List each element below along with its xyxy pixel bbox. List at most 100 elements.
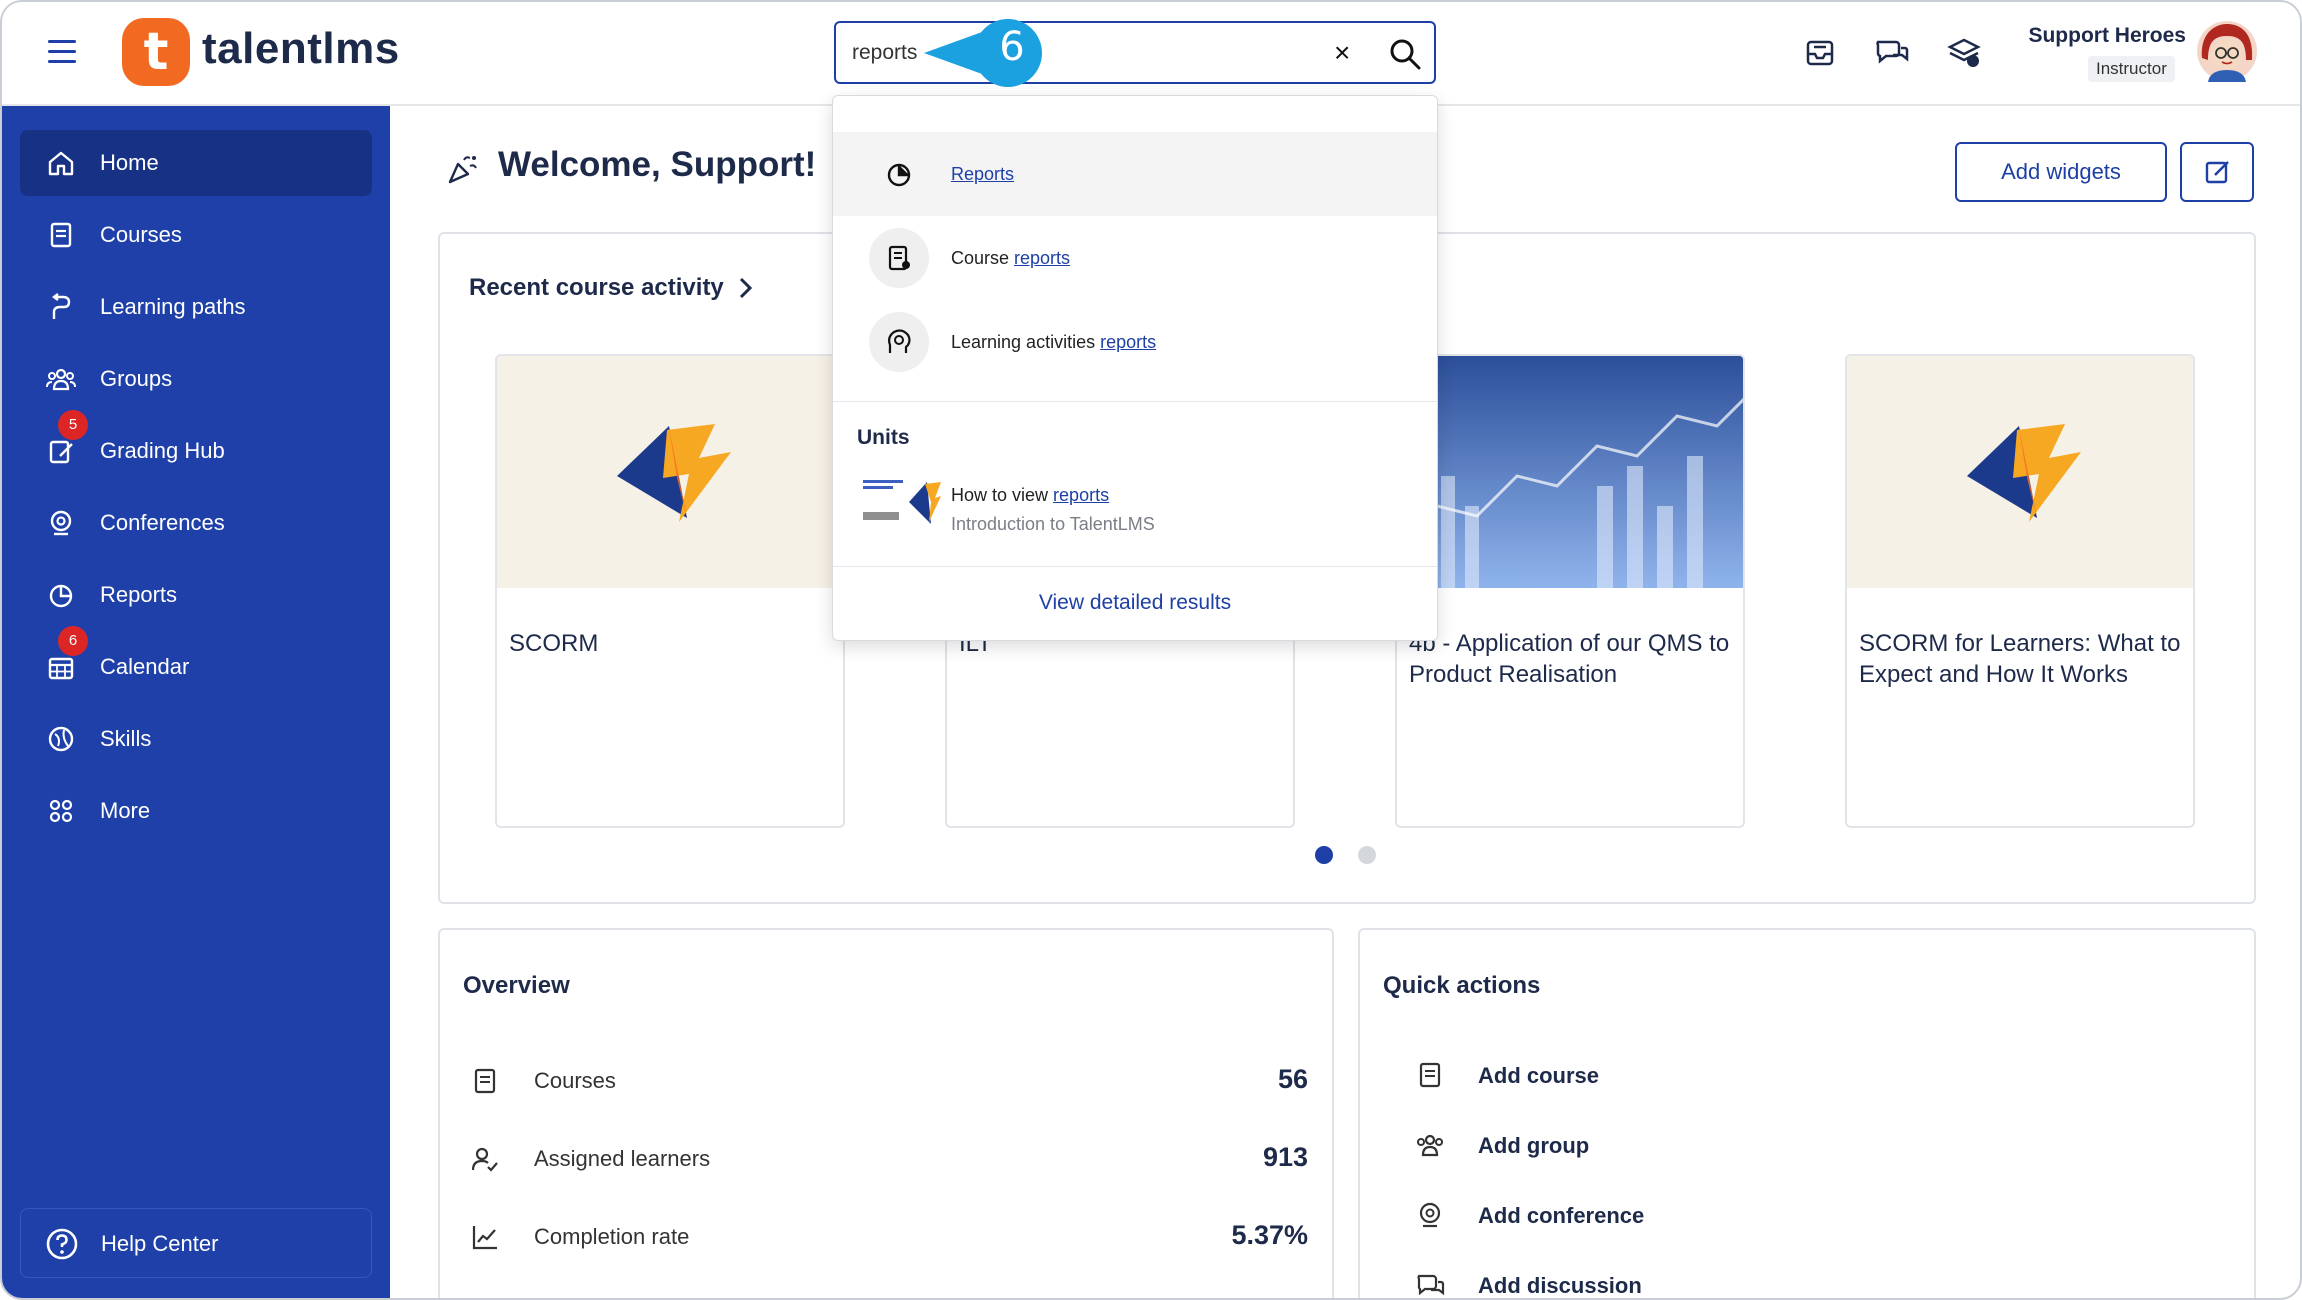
course-report-icon bbox=[888, 245, 910, 271]
unit-title-link[interactable]: reports bbox=[1053, 485, 1109, 505]
sidebar-item-label: Learning paths bbox=[100, 294, 246, 319]
help-icon bbox=[46, 1228, 78, 1260]
inbox-icon[interactable] bbox=[1800, 32, 1840, 72]
result-link[interactable]: reports bbox=[1014, 248, 1070, 268]
sidebar-item-label: Conferences bbox=[100, 510, 225, 535]
completion-rate-icon bbox=[472, 1226, 497, 1250]
app-window: t talentlms reports × 6 Support Heroes I… bbox=[0, 0, 2302, 1300]
course-thumbnail bbox=[1397, 356, 1743, 588]
calendar-badge: 6 bbox=[58, 626, 88, 656]
help-center-label: Help Center bbox=[101, 1231, 219, 1256]
sidebar-item-more[interactable]: More bbox=[20, 778, 372, 844]
search-result-text: Reports bbox=[951, 164, 1014, 185]
course-card[interactable]: SCORM for Learners: What to Expect and H… bbox=[1845, 354, 2195, 828]
search-icon[interactable] bbox=[1388, 37, 1422, 71]
course-title: 4b - Application of our QMS to Product R… bbox=[1409, 630, 1730, 688]
home-icon bbox=[48, 151, 74, 176]
unit-course-name: Introduction to TalentLMS bbox=[951, 514, 1155, 534]
reports-icon bbox=[887, 163, 911, 187]
sidebar-item-label: Reports bbox=[100, 582, 178, 607]
sidebar-item-label: Groups bbox=[100, 366, 173, 391]
user-role-badge[interactable]: Instructor bbox=[2088, 56, 2175, 82]
menu-icon[interactable] bbox=[48, 40, 76, 64]
overview-label: Courses bbox=[534, 1068, 616, 1093]
sidebar-item-skills[interactable]: Skills bbox=[20, 706, 372, 772]
chevron-right-icon[interactable] bbox=[738, 276, 754, 300]
sidebar-item-groups[interactable]: Groups bbox=[20, 346, 372, 412]
talentlms-mark-icon bbox=[1967, 424, 2081, 522]
result-link[interactable]: Reports bbox=[951, 164, 1014, 184]
course-card[interactable]: 4b - Application of our QMS to Product R… bbox=[1395, 354, 1745, 828]
user-name[interactable]: Support Heroes bbox=[2002, 24, 2186, 48]
messages-icon[interactable] bbox=[1872, 32, 1912, 72]
sidebar-item-label: Courses bbox=[100, 222, 182, 247]
search-result-item[interactable]: Course reports bbox=[833, 216, 1437, 300]
sidebar-item-label: Home bbox=[100, 150, 159, 175]
add-conference-button[interactable]: Add conference bbox=[1478, 1203, 1644, 1229]
logo-letter: t bbox=[143, 22, 169, 82]
sidebar-item-grading-hub[interactable]: 5 Grading Hub bbox=[20, 410, 372, 484]
overview-value: 56 bbox=[1277, 1064, 1308, 1094]
help-center-button[interactable]: Help Center bbox=[20, 1208, 372, 1278]
add-group-button[interactable]: Add group bbox=[1478, 1133, 1589, 1159]
unit-title[interactable]: How to view reports bbox=[951, 485, 1109, 506]
course-title: SCORM bbox=[509, 630, 599, 657]
more-icon bbox=[49, 799, 73, 823]
finance-chart-image bbox=[1397, 356, 1743, 588]
add-conference-icon[interactable] bbox=[1414, 1200, 1446, 1230]
party-icon bbox=[448, 156, 477, 184]
overview-value: 5.37% bbox=[1231, 1220, 1308, 1250]
result-icon-wrap bbox=[869, 312, 929, 372]
overview-label: Assigned learners bbox=[534, 1146, 711, 1171]
skills-icon bbox=[48, 726, 74, 752]
unit-thumbnail[interactable] bbox=[861, 476, 941, 526]
reports-icon bbox=[49, 584, 73, 608]
recent-activity-title[interactable]: Recent course activity bbox=[469, 274, 724, 302]
grading-hub-icon bbox=[49, 440, 73, 464]
add-widgets-button[interactable]: Add widgets bbox=[1955, 142, 2167, 202]
avatar[interactable] bbox=[2196, 20, 2258, 82]
calendar-icon bbox=[48, 657, 74, 680]
result-icon-wrap bbox=[869, 144, 929, 204]
logo-text[interactable]: talentlms bbox=[202, 24, 400, 74]
sidebar-item-reports[interactable]: Reports bbox=[20, 562, 372, 628]
sidebar: Home Courses Learning paths Groups 5 Gra… bbox=[2, 106, 390, 1298]
page-title: Welcome, Support! bbox=[498, 145, 817, 184]
search-result-text: Learning activities reports bbox=[951, 332, 1156, 353]
search-value[interactable]: reports bbox=[852, 41, 917, 65]
add-group-icon[interactable] bbox=[1414, 1130, 1446, 1160]
result-link[interactable]: reports bbox=[1100, 332, 1156, 352]
sidebar-item-learning-paths[interactable]: Learning paths bbox=[20, 274, 372, 340]
logo-badge[interactable]: t bbox=[122, 18, 190, 86]
sidebar-item-calendar[interactable]: 6 Calendar bbox=[20, 626, 372, 700]
add-discussion-button[interactable]: Add discussion bbox=[1478, 1273, 1642, 1298]
learning-activities-icon bbox=[888, 329, 911, 353]
divider bbox=[833, 566, 1437, 567]
clear-search-icon[interactable]: × bbox=[1334, 37, 1350, 69]
search-result-item[interactable]: Reports bbox=[833, 132, 1437, 216]
search-result-item[interactable]: Learning activities reports bbox=[833, 300, 1437, 384]
sidebar-item-courses[interactable]: Courses bbox=[20, 202, 372, 268]
carousel-dot[interactable] bbox=[1358, 846, 1376, 864]
talentlms-mark-icon bbox=[617, 424, 731, 522]
layers-icon[interactable] bbox=[1944, 32, 1984, 72]
courses-icon bbox=[50, 222, 72, 248]
course-thumbnail bbox=[1847, 356, 2193, 588]
carousel-dot-active[interactable] bbox=[1315, 846, 1333, 864]
sidebar-item-label: Grading Hub bbox=[100, 438, 225, 463]
result-icon-wrap bbox=[869, 228, 929, 288]
add-course-icon[interactable] bbox=[1414, 1060, 1446, 1090]
add-course-button[interactable]: Add course bbox=[1478, 1063, 1599, 1089]
assigned-learners-icon bbox=[471, 1147, 498, 1172]
groups-icon bbox=[46, 368, 76, 391]
edit-dashboard-button[interactable] bbox=[2180, 142, 2254, 202]
divider bbox=[833, 401, 1437, 402]
view-detailed-results-link[interactable]: View detailed results bbox=[833, 591, 1437, 615]
sidebar-item-home[interactable]: Home bbox=[20, 130, 372, 196]
sidebar-item-conferences[interactable]: Conferences bbox=[20, 490, 372, 556]
sidebar-item-label: More bbox=[100, 798, 151, 823]
conferences-icon bbox=[50, 510, 72, 536]
course-title: SCORM for Learners: What to Expect and H… bbox=[1859, 630, 2181, 688]
add-discussion-icon[interactable] bbox=[1414, 1270, 1446, 1300]
course-card[interactable]: SCORM bbox=[495, 354, 845, 828]
